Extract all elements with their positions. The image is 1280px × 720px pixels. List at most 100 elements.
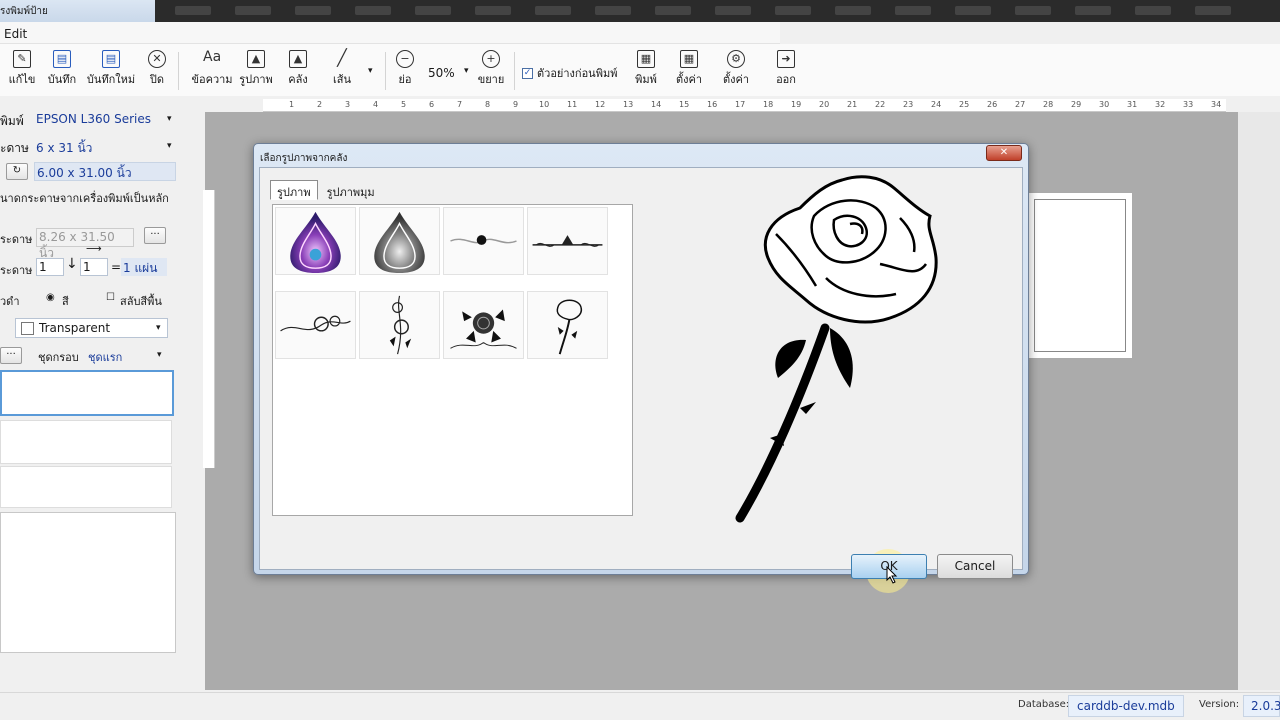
dialog-close-icon[interactable]: ✕ (986, 145, 1022, 161)
zoom-out-label: ย่อ (398, 73, 412, 86)
database-label: Database: (1018, 699, 1070, 710)
image-button[interactable]: ▲ รูปภาพ (234, 50, 278, 88)
paper-select[interactable]: 6 x 31 นิ้ว (36, 139, 92, 158)
zoom-in-label: ขยาย (477, 73, 505, 86)
thumbnail-rose-bouquet[interactable] (443, 291, 524, 359)
save-new-button[interactable]: ▤ บันทึกใหม่ (84, 50, 138, 88)
frame-dropdown-icon[interactable]: ▾ (157, 350, 162, 360)
ruler-tick: 5 (401, 100, 407, 109)
background-taskbar (155, 0, 1280, 22)
zoom-in-button[interactable]: + ขยาย (469, 50, 513, 88)
zoom-out-button[interactable]: − ย่อ (383, 50, 427, 88)
equals-sign: = (111, 260, 122, 274)
thumbnail-ornament-divider[interactable] (527, 207, 608, 275)
zoom-dropdown-icon[interactable]: ▾ (464, 66, 469, 76)
text-label: ข้อความ (191, 73, 233, 86)
menubar: Edit (0, 22, 780, 44)
line-dropdown-icon[interactable]: ▾ (368, 66, 373, 76)
print-label: พิมพ์ (635, 73, 657, 86)
text-icon: Aa (203, 49, 222, 65)
ruler-tick: 8 (485, 100, 491, 109)
horizontal-ruler: 1 2 3 4 5 6 7 8 9 10 11 12 13 14 15 16 1… (263, 99, 1226, 112)
print-button[interactable]: ▦ พิมพ์ (624, 50, 668, 88)
zoom-value[interactable]: 50% (428, 66, 455, 80)
refresh-icon[interactable]: ↻ (6, 163, 28, 180)
close-icon: ✕ (148, 50, 166, 68)
text-button[interactable]: Aa ข้อความ (190, 50, 234, 88)
zoom-in-icon: + (482, 50, 500, 68)
window-title: รงพิมพ์ป้าย (0, 6, 48, 17)
thumbnail-swirl-divider[interactable] (443, 207, 524, 275)
preview-checkbox-label: ตัวอย่างก่อนพิมพ์ (537, 67, 618, 80)
line-label: เส้น (333, 73, 351, 86)
printer-icon: ▦ (637, 50, 655, 68)
count-b-stepper[interactable]: 1 (80, 258, 108, 276)
thumbnail-single-rose[interactable] (527, 291, 608, 359)
printer-select[interactable]: EPSON L360 Series (36, 112, 151, 126)
paper2-field[interactable]: 8.26 x 31.50 นิ้ว (36, 228, 134, 260)
print-setup-button[interactable]: ▦ ตั้งค่า (667, 50, 711, 88)
text-field-2[interactable] (0, 420, 172, 464)
toolbar-separator (178, 52, 179, 90)
thumbnail-rose-vine[interactable] (275, 291, 356, 359)
count-label: ระดาษ (0, 264, 33, 277)
window-titlebar: รงพิมพ์ป้าย (0, 0, 1280, 22)
menu-edit[interactable]: Edit (4, 27, 27, 41)
ruler-tick: 25 (959, 100, 970, 109)
frame-select[interactable]: ชุดแรก (88, 348, 122, 366)
ruler-tick: 24 (931, 100, 942, 109)
background-select[interactable]: Transparent ▾ (15, 318, 168, 338)
paper2-more-button[interactable]: ··· (144, 227, 166, 244)
paper-border (1034, 199, 1126, 352)
library-button[interactable]: ▲ คลัง (276, 50, 320, 88)
arrow-right-icon: ⟶ (86, 242, 102, 255)
toolbar-separator (514, 52, 515, 90)
ruler-tick: 3 (345, 100, 351, 109)
count-a-stepper[interactable]: 1 (36, 258, 64, 276)
close-button[interactable]: ✕ ปิด (135, 50, 179, 88)
cancel-button[interactable]: Cancel (937, 554, 1013, 579)
ruler-tick: 23 (903, 100, 914, 109)
toolbar: ✎ แก้ไข ▤ บันทึก ▤ บันทึกใหม่ ✕ ปิด Aa ข้อควา… (0, 44, 1280, 96)
line-button[interactable]: ╱ เส้น (320, 50, 364, 88)
paper-dropdown-icon[interactable]: ▾ (167, 141, 172, 151)
database-value: carddb-dev.mdb (1068, 695, 1184, 717)
thumbnail-gray-teardrop[interactable] (359, 207, 440, 275)
ruler-tick: 32 (1155, 100, 1166, 109)
preview-checkbox[interactable]: ✓ ตัวอย่างก่อนพิมพ์ (522, 64, 617, 82)
swap-bg-checkbox-icon[interactable]: ☐ (106, 292, 115, 303)
custom-size-field[interactable]: 6.00 x 31.00 นิ้ว (34, 162, 176, 181)
ruler-tick: 28 (1043, 100, 1054, 109)
image-thumbnail-list (272, 204, 633, 516)
exit-button[interactable]: ➜ ออก (764, 50, 808, 88)
frame-label: ชุดกรอบ (38, 351, 79, 364)
save-label: บันทึก (47, 73, 77, 86)
tab-images[interactable]: รูปภาพ (270, 180, 318, 200)
ruler-tick: 6 (429, 100, 435, 109)
frame-more-button[interactable]: ··· (0, 347, 22, 364)
background-value: Transparent (39, 321, 111, 335)
text-field-3[interactable] (0, 466, 172, 508)
empty-list-area (0, 512, 176, 653)
ruler-tick: 13 (623, 100, 634, 109)
text-field-1[interactable] (0, 370, 174, 416)
paper-label: ะดาษ (0, 141, 29, 155)
exit-icon: ➜ (777, 50, 795, 68)
thumbnail-rose-vertical[interactable] (359, 291, 440, 359)
ruler-tick: 29 (1071, 100, 1082, 109)
ruler-tick: 34 (1211, 100, 1222, 109)
ruler-tick: 4 (373, 100, 379, 109)
ruler-tick: 27 (1015, 100, 1026, 109)
radio-selected-icon[interactable]: ◉ (46, 292, 55, 303)
tab-corner-images[interactable]: รูปภาพมุม (320, 180, 382, 200)
dialog-tabs: รูปภาพ รูปภาพมุม (270, 180, 384, 202)
thumbnail-purple-teardrop[interactable] (275, 207, 356, 275)
settings-button[interactable]: ⚙ ตั้งค่า (714, 50, 758, 88)
print-setup-label: ตั้งค่า (675, 73, 703, 86)
gear-icon: ⚙ (727, 50, 745, 68)
printer-dropdown-icon[interactable]: ▾ (167, 114, 172, 124)
edit-button[interactable]: ✎ แก้ไข (0, 50, 44, 88)
save-button[interactable]: ▤ บันทึก (40, 50, 84, 88)
edit-label: แก้ไข (8, 73, 36, 86)
ruler-tick: 10 (539, 100, 550, 109)
